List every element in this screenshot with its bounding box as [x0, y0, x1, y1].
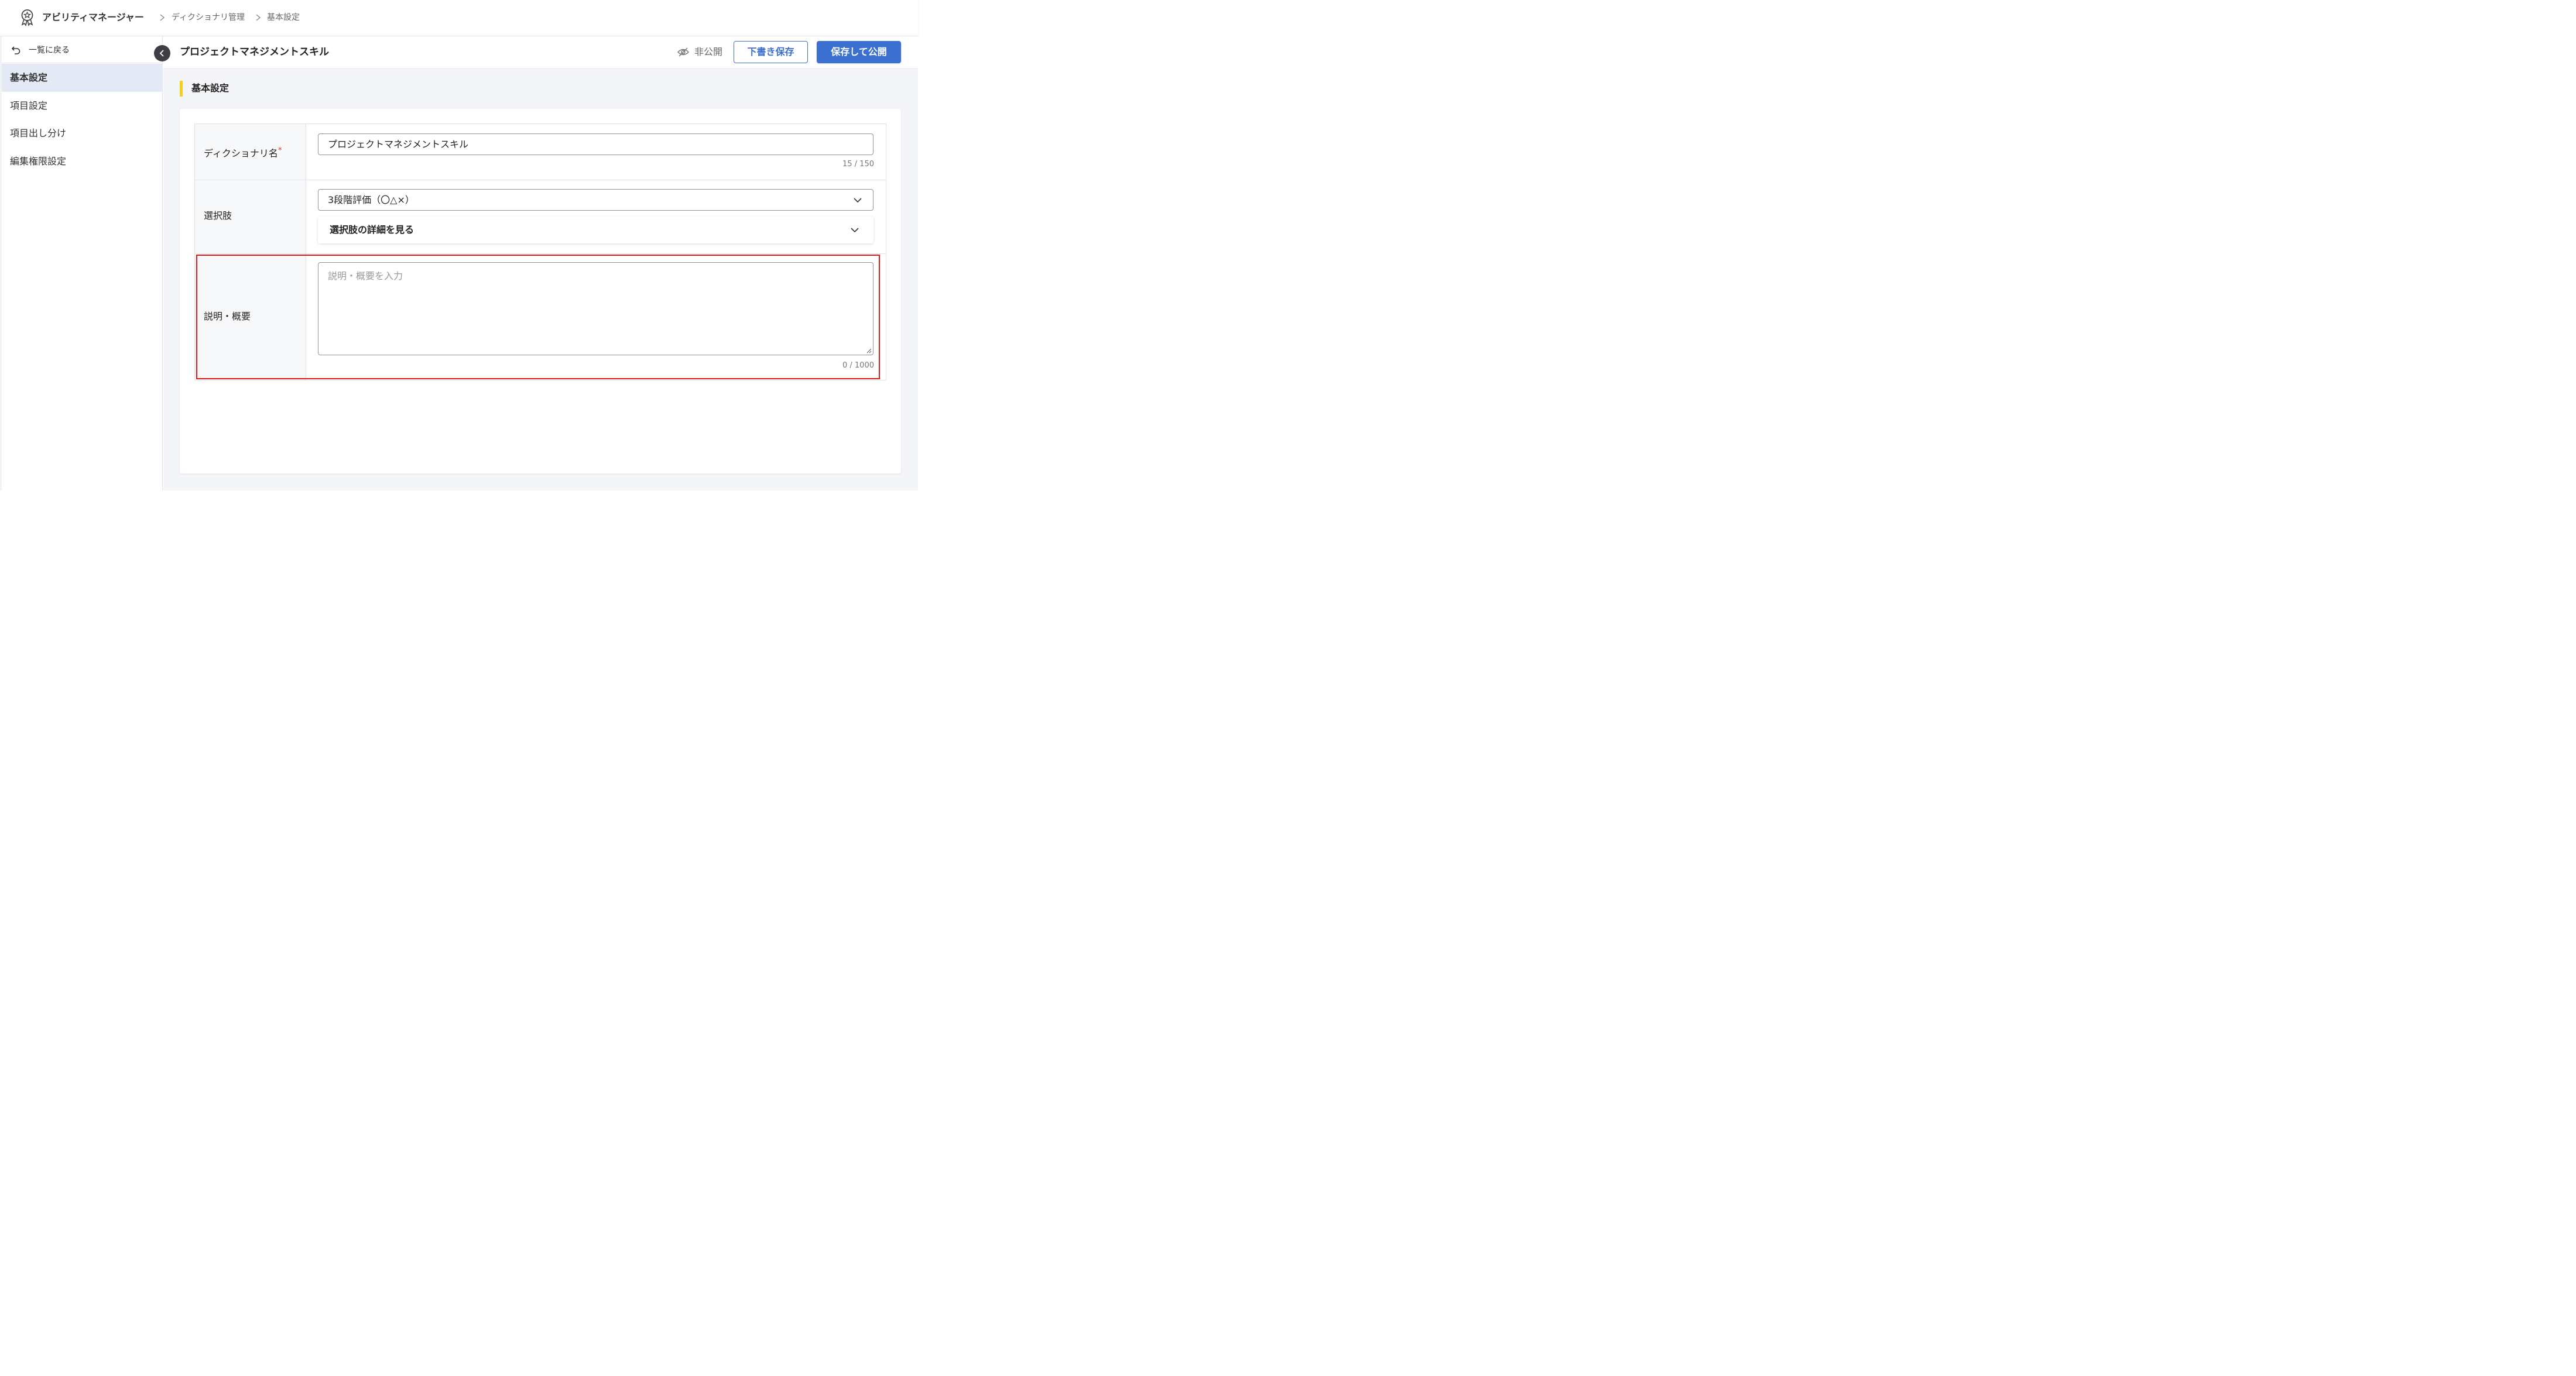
- form-row-dictionary-name: ディクショナリ名* プロジェクトマネジメントスキル 15 / 150: [195, 124, 886, 180]
- label-cell: ディクショナリ名*: [195, 124, 306, 180]
- dictionary-name-counter: 15 / 150: [842, 160, 874, 169]
- description-placeholder: 説明・概要を入力: [328, 270, 403, 282]
- options-details-label: 選択肢の詳細を見る: [330, 224, 415, 235]
- sidebar-item-field-distribution[interactable]: 項目出し分け: [2, 119, 163, 147]
- save-draft-button[interactable]: 下書き保存: [734, 41, 808, 63]
- form-row-options: 選択肢 3段階評価（〇△×） 選択肢の詳細を見る: [195, 180, 886, 254]
- breadcrumb-item-dictionary[interactable]: ディクショナリ管理: [172, 11, 245, 24]
- back-label: 一覧に戻る: [29, 46, 70, 55]
- required-mark: *: [278, 146, 282, 155]
- chevron-left-icon: [159, 50, 164, 57]
- form-table: ディクショナリ名* プロジェクトマネジメントスキル 15 / 150 選択肢 3…: [194, 123, 886, 380]
- chevron-right-icon: [256, 14, 261, 21]
- chevron-down-icon: [851, 228, 859, 233]
- page-title: プロジェクトマネジメントスキル: [180, 46, 329, 58]
- breadcrumb-item-current: 基本設定: [267, 13, 300, 22]
- top-bar: アビリティマネージャー ディクショナリ管理 基本設定: [0, 0, 918, 36]
- sidebar-item-edit-permissions[interactable]: 編集権限設定: [2, 147, 163, 176]
- resize-grip-icon[interactable]: [866, 348, 872, 354]
- description-label: 説明・概要: [204, 311, 251, 322]
- label-cell: 選択肢: [195, 180, 306, 253]
- form-row-description: 説明・概要 説明・概要を入力 0 / 1000: [195, 254, 886, 380]
- eye-off-icon: [677, 47, 690, 57]
- main-content: 基本設定 ディクショナリ名* プロジェクトマネジメントスキル 15 / 150 …: [163, 69, 918, 490]
- settings-card: ディクショナリ名* プロジェクトマネジメントスキル 15 / 150 選択肢 3…: [180, 109, 901, 473]
- sidebar: 一覧に戻る 基本設定 項目設定 項目出し分け 編集権限設定: [0, 36, 163, 490]
- undo-arrow-icon: [11, 46, 20, 54]
- options-selected-value: 3段階評価（〇△×）: [328, 194, 415, 205]
- collapse-sidebar-button[interactable]: [154, 45, 170, 61]
- options-details-toggle[interactable]: 選択肢の詳細を見る: [318, 217, 873, 243]
- dictionary-name-label: ディクショナリ名*: [204, 146, 282, 159]
- label-cell: 説明・概要: [195, 254, 306, 380]
- description-counter: 0 / 1000: [842, 361, 874, 370]
- description-textarea[interactable]: 説明・概要を入力: [318, 262, 873, 355]
- award-badge-icon: [21, 9, 33, 26]
- sidebar-item-field-settings[interactable]: 項目設定: [2, 92, 163, 120]
- page-header: プロジェクトマネジメントスキル 非公開 下書き保存 保存して公開: [163, 36, 918, 69]
- back-to-list-link[interactable]: 一覧に戻る: [2, 36, 163, 63]
- section-marker: [180, 81, 183, 97]
- breadcrumb-app-name[interactable]: アビリティマネージャー: [42, 11, 144, 24]
- save-and-publish-button[interactable]: 保存して公開: [817, 41, 901, 63]
- chevron-right-icon: [160, 14, 165, 21]
- options-select[interactable]: 3段階評価（〇△×）: [318, 189, 873, 211]
- options-label: 選択肢: [204, 210, 232, 221]
- dictionary-name-input[interactable]: プロジェクトマネジメントスキル: [318, 133, 873, 155]
- sidebar-item-basic-settings[interactable]: 基本設定: [2, 64, 163, 92]
- chevron-down-icon: [854, 198, 862, 203]
- section-title: 基本設定: [191, 83, 229, 94]
- visibility-label: 非公開: [694, 46, 723, 57]
